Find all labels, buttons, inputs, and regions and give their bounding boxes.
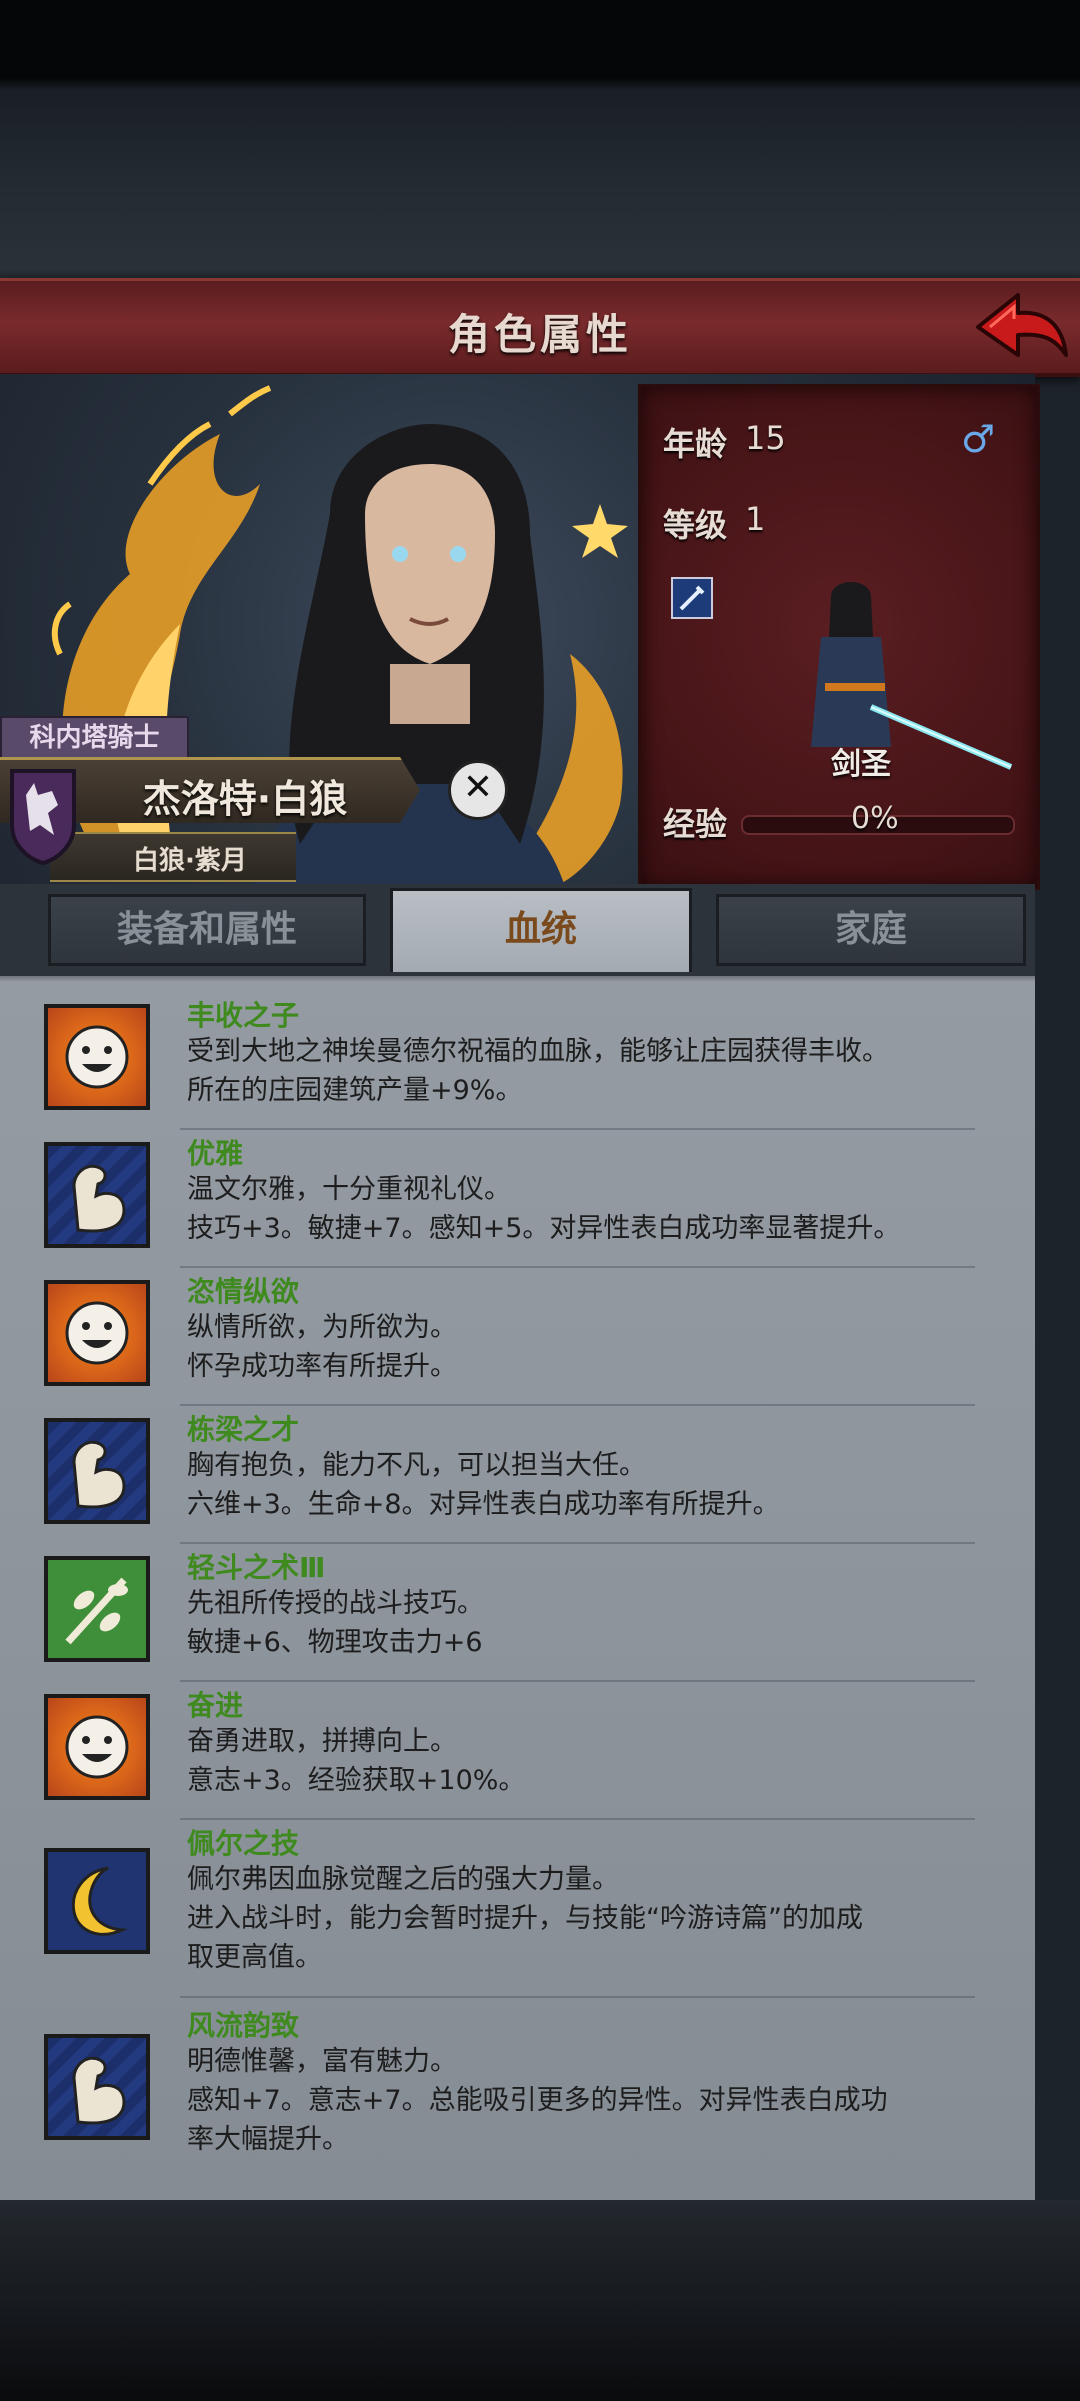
trait-description: 温文尔雅，十分重视礼仪。 技巧+3。敏捷+7。感知+5。对异性表白成功率显著提升…	[187, 1174, 901, 1244]
list-item[interactable]: 奋进 奋勇进取，拼搏向上。 意志+3。经验获取+10%。	[0, 1684, 1035, 1814]
page-title: 角色属性	[447, 310, 632, 359]
trait-name: 丰收之子	[187, 999, 300, 1032]
divider	[180, 1542, 975, 1544]
divider	[180, 1404, 975, 1406]
divider	[180, 1996, 975, 1998]
divider	[180, 1818, 975, 1820]
trait-name: 轻斗之术Ⅲ	[187, 1551, 326, 1584]
sun-face-icon	[44, 1694, 150, 1800]
header-bar: 角色属性	[0, 278, 1080, 377]
sun-face-icon	[44, 1004, 150, 1110]
character-portrait	[251, 424, 568, 894]
trait-description: 纵情所欲，为所欲为。 怀孕成功率有所提升。	[187, 1312, 457, 1382]
wolf-crest-icon	[10, 769, 76, 865]
tab-equipment[interactable]: 装备和属性	[48, 894, 366, 966]
flexed-arm-icon	[44, 2034, 150, 2140]
trait-name: 佩尔之技	[187, 1827, 300, 1860]
sword-skill-icon[interactable]	[671, 577, 713, 619]
level-label: 等级	[663, 506, 728, 544]
flexed-arm-icon	[44, 1418, 150, 1524]
trait-description: 奋勇进取，拼搏向上。 意志+3。经验获取+10%。	[187, 1726, 526, 1796]
exp-value: 0%	[851, 801, 899, 836]
back-arrow-icon[interactable]	[970, 285, 1070, 369]
class-name: 剑圣	[831, 747, 891, 782]
trait-description: 受到大地之神埃曼德尔祝福的血脉，能够让庄园获得丰收。 所在的庄园建筑产量+9%。	[187, 1036, 889, 1106]
screen: 角色属性 年龄 15 ♂ 等级 1 剑圣 经验 0% 科内塔骑士 白狼·紫月 杰…	[0, 0, 1080, 2401]
male-gender-icon: ♂	[961, 417, 996, 461]
tab-bar: 装备和属性 血统 家庭	[0, 884, 1035, 976]
trait-name: 栋梁之才	[187, 1413, 300, 1446]
level-value: 1	[745, 500, 766, 538]
close-button[interactable]: ✕	[448, 760, 508, 820]
crescent-moon-icon	[44, 1848, 150, 1954]
trait-name: 优雅	[187, 1137, 244, 1170]
leaf-branch-icon	[44, 1556, 150, 1662]
trait-list[interactable]: 丰收之子 受到大地之神埃曼德尔祝福的血脉，能够让庄园获得丰收。 所在的庄园建筑产…	[0, 976, 1035, 2202]
list-item[interactable]: 恣情纵欲 纵情所欲，为所欲为。 怀孕成功率有所提升。	[0, 1270, 1035, 1400]
sun-face-icon	[44, 1280, 150, 1386]
tab-bloodline[interactable]: 血统	[390, 888, 692, 972]
list-item[interactable]: 轻斗之术Ⅲ 先祖所传授的战斗技巧。 敏捷+6、物理攻击力+6	[0, 1546, 1035, 1676]
age-value: 15	[745, 419, 786, 457]
exp-label: 经验	[663, 805, 728, 843]
house-plate: 白狼·紫月	[50, 832, 296, 882]
list-item[interactable]: 佩尔之技 佩尔弗因血脉觉醒之后的强大力量。 进入战斗时，能力会暂时提升，与技能“…	[0, 1822, 1035, 1992]
flexed-arm-icon	[44, 1142, 150, 1248]
age-label: 年龄	[663, 425, 728, 463]
house-name: 白狼·紫月	[133, 846, 247, 876]
stats-panel: 年龄 15 ♂ 等级 1 剑圣 经验 0%	[638, 384, 1040, 890]
divider	[180, 1680, 975, 1682]
list-item[interactable]: 丰收之子 受到大地之神埃曼德尔祝福的血脉，能够让庄园获得丰收。 所在的庄园建筑产…	[0, 994, 1035, 1124]
list-item[interactable]: 优雅 温文尔雅，十分重视礼仪。 技巧+3。敏捷+7。感知+5。对异性表白成功率显…	[0, 1132, 1035, 1262]
trait-description: 胸有抱负，能力不凡，可以担当大任。 六维+3。生命+8。对异性表白成功率有所提升…	[187, 1450, 780, 1520]
tab-family[interactable]: 家庭	[716, 894, 1026, 966]
trait-name: 奋进	[187, 1689, 244, 1722]
divider	[180, 1128, 975, 1130]
divider	[180, 1266, 975, 1268]
trait-name: 恣情纵欲	[187, 1275, 300, 1308]
list-item[interactable]: 栋梁之才 胸有抱负，能力不凡，可以担当大任。 六维+3。生命+8。对异性表白成功…	[0, 1408, 1035, 1538]
trait-description: 先祖所传授的战斗技巧。 敏捷+6、物理攻击力+6	[187, 1588, 484, 1658]
bottom-area	[0, 2200, 1080, 2401]
title-tag: 科内塔骑士	[0, 716, 189, 762]
list-item[interactable]: 风流韵致 明德惟馨，富有魅力。 感知+7。意志+7。总能吸引更多的异性。对异性表…	[0, 2004, 1035, 2174]
trait-description: 明德惟馨，富有魅力。 感知+7。意志+7。总能吸引更多的异性。对异性表白成功 率…	[187, 2046, 888, 2155]
trait-description: 佩尔弗因血脉觉醒之后的强大力量。 进入战斗时，能力会暂时提升，与技能“吟游诗篇”…	[187, 1864, 863, 1973]
character-name: 杰洛特·白狼	[142, 777, 348, 821]
trait-name: 风流韵致	[187, 2009, 300, 2042]
close-icon: ✕	[462, 767, 494, 808]
